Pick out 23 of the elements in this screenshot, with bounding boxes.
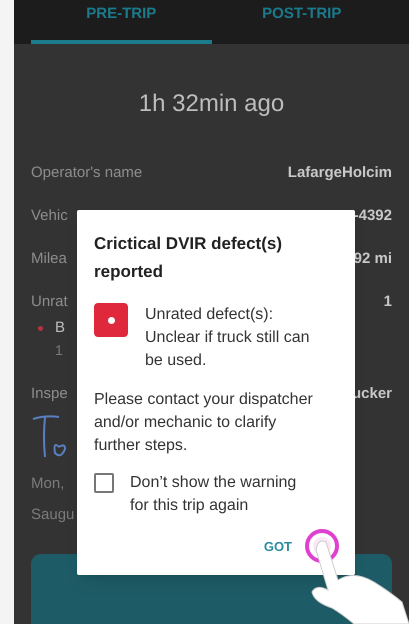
dialog-message: Please contact your dispatcher and/or mechanic to clarify further steps. — [94, 390, 314, 456]
defect-name: B — [55, 318, 66, 338]
row-value: -4392 — [354, 206, 392, 226]
got-it-button[interactable]: GOT — [262, 533, 294, 560]
row-label: Milea — [31, 248, 67, 269]
row-value: 1 — [384, 292, 392, 312]
footer-text: Saugu — [31, 504, 74, 524]
dialog-title: Crictical DVIR defect(s) reported — [94, 233, 283, 283]
tab[interactable]: PRE-TRIP — [31, 0, 212, 44]
row-label: Vehic — [31, 206, 68, 226]
footer-text: Mon, — [31, 474, 64, 494]
row-label: Operator's name — [31, 162, 142, 183]
defect-detail: 1 — [55, 340, 63, 360]
row-value: 92 mi — [354, 248, 392, 269]
checkbox-label: Don’t show the warning for this trip again — [130, 473, 298, 516]
row-value: LafargeHolcim — [288, 162, 392, 183]
time-ago: 1h 32min ago — [138, 89, 284, 119]
defect-warning: Unrated defect(s): Unclear if truck still can be used. — [145, 305, 310, 371]
row-label: Unrat — [31, 292, 68, 312]
row-label: Inspe — [31, 384, 68, 404]
checkbox[interactable] — [94, 473, 114, 493]
tab[interactable]: POST-TRIP — [212, 0, 392, 44]
bullet-icon — [38, 326, 43, 331]
